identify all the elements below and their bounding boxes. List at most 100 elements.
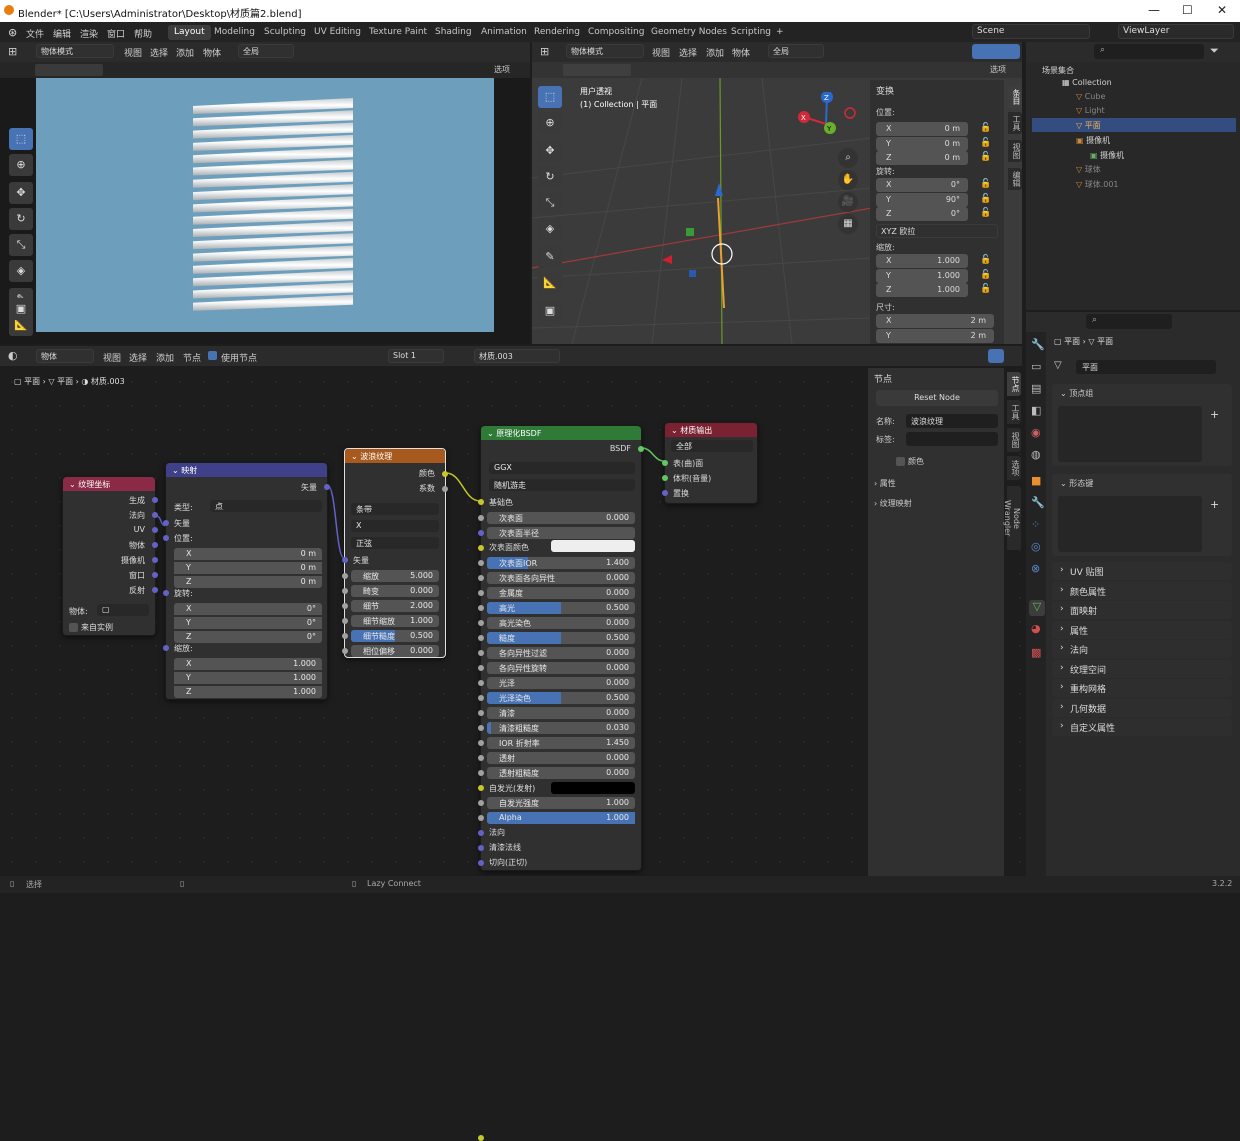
bsdf-param-field[interactable]: 次表面各向异性 0.000 [487, 572, 635, 584]
outliner-row-cube[interactable]: ▽ Cube [1032, 90, 1236, 104]
node-texture-coordinate[interactable]: ⌄ 纹理坐标 生成 法向 UV 物体 摄像机 窗口 反射 物体: ▢ 来自实例 [62, 476, 158, 636]
menu-select[interactable]: 选择 [679, 46, 697, 59]
node-mapping[interactable]: ⌄ 映射 矢量 类型: 点 矢量 位置: 旋转: 缩放: X 0 m Y 0 m Z 0 … [163, 462, 330, 700]
socket[interactable] [342, 648, 348, 654]
vector-component-field[interactable]: X 0° [174, 603, 322, 615]
subsurface-color-swatch[interactable] [551, 540, 635, 552]
node-material-output[interactable]: ⌄ 材质输出 全部 表(曲)面 体积(音量) 置换 [662, 422, 758, 504]
dimension-y-field[interactable]: Y 2 m [876, 328, 994, 343]
subsurface-radius-field[interactable]: 次表面半径 [487, 527, 635, 539]
select-box-tool[interactable]: ⬚ [9, 128, 33, 150]
editor-type-icon[interactable]: ⊞ [8, 45, 17, 58]
socket[interactable] [152, 527, 158, 533]
socket[interactable] [478, 770, 484, 776]
menu-object[interactable]: 物体 [203, 46, 221, 59]
node-tab-options[interactable]: 选项 [1007, 456, 1021, 480]
menu-view[interactable]: 视图 [124, 46, 142, 59]
node-principled-bsdf[interactable]: ⌄ 原理化BSDF BSDF GGX 随机游走 基础色 次表面 0.000 次表面半… [478, 425, 644, 1141]
socket[interactable] [163, 535, 169, 541]
scale-z-field[interactable]: Z 1.000 [876, 283, 968, 297]
socket[interactable] [478, 800, 484, 806]
socket[interactable] [662, 490, 668, 496]
lock-icon[interactable]: 🔓 [980, 284, 991, 294]
socket[interactable] [342, 557, 348, 563]
rotation-y-field[interactable]: Y 90° [876, 192, 968, 207]
right-viewport[interactable]: ⊞ 物体模式 视图 选择 添加 物体 全局 选项 用户透视 (1) Collec… [532, 42, 1022, 344]
node-tab-node[interactable]: 节点 [1007, 372, 1021, 396]
editor-type-icon[interactable]: ⊞ [540, 45, 549, 58]
socket[interactable] [478, 755, 484, 761]
socket[interactable] [342, 603, 348, 609]
bsdf-param-field[interactable]: 高光染色 0.000 [487, 617, 635, 629]
distribution-dropdown[interactable]: GGX [489, 462, 635, 474]
vector-component-field[interactable]: X 1.000 [174, 658, 322, 670]
node-name-field[interactable]: 波浪纹理 [906, 414, 998, 428]
properties-search[interactable]: ⌕ [1086, 314, 1172, 329]
bsdf-param-field[interactable]: 透射粗糙度 0.000 [487, 767, 635, 779]
bsdf-param-field[interactable]: 清漆 0.000 [487, 707, 635, 719]
subsurface-method-dropdown[interactable]: 随机游走 [489, 479, 635, 491]
bsdf-param-field[interactable]: 高光 0.500 [487, 602, 635, 614]
properties-section[interactable]: › 重构网格 [1052, 679, 1232, 697]
cursor-tool[interactable]: ⊕ [538, 112, 562, 134]
socket[interactable] [478, 605, 484, 611]
move-tool[interactable]: ✥ [538, 140, 562, 162]
bsdf-param-field[interactable]: 金属度 0.000 [487, 587, 635, 599]
vector-component-field[interactable]: Z 1.000 [174, 686, 322, 698]
socket[interactable] [638, 446, 644, 452]
rotation-x-field[interactable]: X 0° [876, 178, 968, 192]
tab-uv-editing[interactable]: UV Editing [308, 25, 367, 40]
object-picker[interactable]: ▢ [97, 604, 149, 616]
overlay-toggle[interactable] [988, 349, 1004, 363]
sidebar-tab-tool[interactable]: 工具 [1008, 112, 1022, 134]
tab-texture-paint[interactable]: Texture Paint [363, 25, 433, 40]
reset-node-button[interactable]: Reset Node [876, 390, 998, 406]
alpha-field[interactable]: Alpha 1.000 [487, 812, 635, 824]
vector-component-field[interactable]: Y 0 m [174, 562, 322, 574]
socket[interactable] [478, 635, 484, 641]
tab-geometry-nodes[interactable]: Geometry Nodes [645, 25, 733, 40]
socket[interactable] [478, 530, 484, 536]
bsdf-param-field[interactable]: 透射 0.000 [487, 752, 635, 764]
bsdf-param-field[interactable]: 各向异性旋转 0.000 [487, 662, 635, 674]
socket[interactable] [478, 815, 484, 821]
socket[interactable] [442, 471, 448, 477]
socket[interactable] [152, 587, 158, 593]
properties-section[interactable]: › 纹理空间 [1052, 659, 1232, 678]
socket[interactable] [324, 484, 330, 490]
socket[interactable] [478, 515, 484, 521]
scale-tool[interactable]: ⤡ [538, 192, 562, 214]
subsurface-field[interactable]: 次表面 0.000 [487, 512, 635, 524]
menu-select[interactable]: 选择 [150, 46, 168, 59]
transform-orientation-dropdown[interactable]: 全局 [768, 44, 824, 58]
bands-direction-dropdown[interactable]: X [351, 520, 439, 532]
tab-animation[interactable]: Animation [475, 25, 533, 40]
shape-keys-title[interactable]: ⌄ 形态键 [1060, 478, 1093, 489]
outliner-row-camera-data[interactable]: ▣ 摄像机 [1032, 148, 1236, 162]
node-tab-view[interactable]: 视图 [1007, 428, 1021, 452]
properties-section[interactable]: › 属性 [874, 478, 896, 489]
location-x-field[interactable]: X 0 m [876, 122, 968, 136]
menu-edit[interactable]: 编辑 [53, 27, 71, 40]
socket[interactable] [478, 650, 484, 656]
render-target-dropdown[interactable]: 全部 [671, 440, 753, 452]
vertex-groups-list[interactable] [1058, 406, 1202, 462]
wave-profile-dropdown[interactable]: 正弦 [351, 537, 439, 549]
menu-render[interactable]: 渲染 [80, 27, 98, 40]
vector-component-field[interactable]: X 0 m [174, 548, 322, 560]
socket[interactable] [478, 620, 484, 626]
maximize-button[interactable]: ☐ [1182, 3, 1193, 17]
tab-shading[interactable]: Shading [429, 25, 478, 40]
scene-selector[interactable]: Scene [972, 24, 1090, 39]
menu-window[interactable]: 窗口 [107, 27, 125, 40]
lock-icon[interactable]: 🔓 [980, 179, 991, 189]
grid-view-icon[interactable]: ▦ [838, 214, 858, 234]
properties-section[interactable]: › 法向 [1052, 640, 1232, 658]
properties-section[interactable]: › 属性 [1052, 620, 1232, 639]
socket[interactable] [163, 590, 169, 596]
vector-component-field[interactable]: Y 1.000 [174, 672, 322, 684]
tab-modeling[interactable]: Modeling [208, 25, 261, 40]
object-tab-icon[interactable]: ■ [1031, 474, 1041, 487]
menu-object[interactable]: 物体 [732, 46, 750, 59]
socket[interactable] [152, 497, 158, 503]
